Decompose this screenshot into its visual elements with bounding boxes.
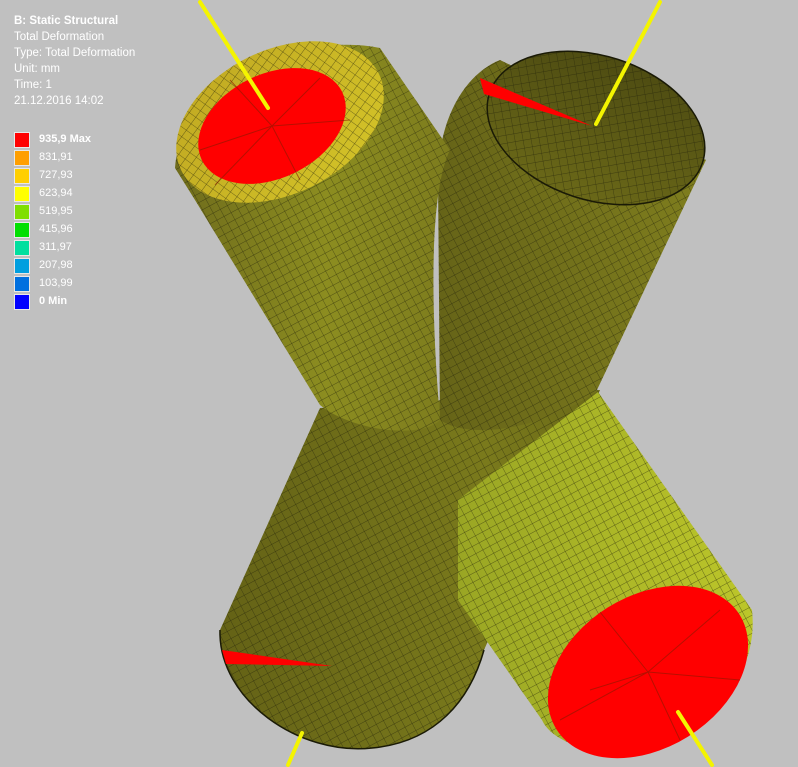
legend-swatch <box>14 222 30 238</box>
axis-line-bottom-left <box>286 731 304 767</box>
model-viewport[interactable] <box>0 0 798 767</box>
legend-swatch <box>14 240 30 256</box>
legend-swatch <box>14 186 30 202</box>
legend-swatch <box>14 168 30 184</box>
legend-value: 519,95 <box>39 205 73 217</box>
legend-swatch <box>14 276 30 292</box>
result-unit: Unit: mm <box>14 63 60 75</box>
legend-swatch <box>14 294 30 310</box>
legend-swatch <box>14 204 30 220</box>
legend-swatch <box>14 150 30 166</box>
result-name: Total Deformation <box>14 31 105 43</box>
legend-value: 415,96 <box>39 223 73 235</box>
legend-value: 727,93 <box>39 169 73 181</box>
legend-value: 103,99 <box>39 277 73 289</box>
cylinder-top-left <box>175 41 450 431</box>
legend-value: 623,94 <box>39 187 73 199</box>
legend-value: 207,98 <box>39 259 73 271</box>
cylinder-top-right <box>438 50 706 431</box>
result-type: Type: Total Deformation <box>14 47 136 59</box>
legend-value: 0 Min <box>39 295 68 307</box>
result-timestamp: 21.12.2016 14:02 <box>14 95 104 107</box>
legend-value: 831,91 <box>39 151 73 163</box>
result-time: Time: 1 <box>14 79 52 91</box>
legend-value: 311,97 <box>39 241 72 253</box>
legend-swatch <box>14 258 30 274</box>
result-info: B: Static Structural Total Deformation T… <box>14 13 135 109</box>
legend-swatch <box>14 132 30 148</box>
analysis-title: B: Static Structural <box>14 15 119 27</box>
legend-value: 935,9 Max <box>39 133 91 145</box>
